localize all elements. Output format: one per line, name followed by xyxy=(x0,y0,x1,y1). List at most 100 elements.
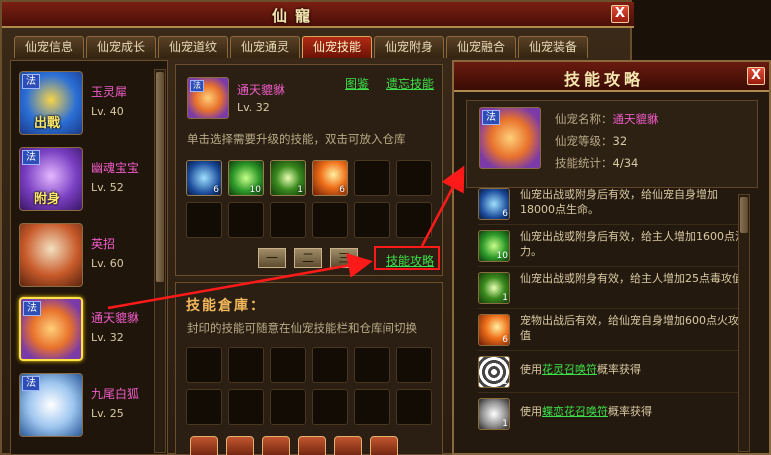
pet-portrait: 法 xyxy=(19,297,83,361)
guide-list-scroll-thumb[interactable] xyxy=(740,197,748,233)
blue-claw-skill-icon: 6 xyxy=(478,188,510,220)
pet-list-item-youhun[interactable]: 法 附身 幽魂宝宝 Lv. 52 xyxy=(19,147,167,217)
page-3-button[interactable]: 三 xyxy=(330,248,358,268)
page-1-button[interactable]: 一 xyxy=(258,248,286,268)
guide-close-button[interactable]: X xyxy=(747,67,765,85)
summon-item-link[interactable]: 蝶恋花召唤符 xyxy=(542,405,608,418)
magic-type-badge: 法 xyxy=(22,150,40,165)
warehouse-slot[interactable] xyxy=(270,347,306,383)
skill-count: 6 xyxy=(213,185,219,195)
warehouse-slot[interactable] xyxy=(396,347,432,383)
empty-skill-slot[interactable] xyxy=(186,202,222,238)
source-suffix: 概率获得 xyxy=(597,363,641,376)
possess-status-tag: 附身 xyxy=(34,192,61,207)
treasure-chest-icon[interactable] xyxy=(190,436,218,455)
close-button[interactable]: X xyxy=(611,5,629,23)
tab-pet-info[interactable]: 仙宠信息 xyxy=(14,36,84,58)
current-pet-level: Lv. 32 xyxy=(237,101,270,114)
warehouse-slot[interactable] xyxy=(354,347,390,383)
skill-count: 1 xyxy=(502,293,508,303)
current-pet-portrait: 法 xyxy=(187,77,229,119)
pet-level-label: 仙宠等级： xyxy=(555,134,613,148)
empty-skill-slot[interactable] xyxy=(354,202,390,238)
empty-skill-slot[interactable] xyxy=(312,202,348,238)
forget-skill-link[interactable]: 遗忘技能 xyxy=(386,75,434,92)
empty-skill-slot[interactable] xyxy=(354,160,390,196)
empty-skill-slot[interactable] xyxy=(228,202,264,238)
warehouse-slot[interactable] xyxy=(312,347,348,383)
source-prefix: 使用 xyxy=(520,405,542,418)
guide-skill-row[interactable]: 6 宠物出战后有效，给仙宠自身增加600点火攻值 xyxy=(478,312,746,350)
pet-level: Lv. 32 xyxy=(91,331,124,344)
warehouse-slot[interactable] xyxy=(228,389,264,425)
skill-count: 1 xyxy=(502,377,508,387)
pet-window-titlebar[interactable]: 仙寵 X xyxy=(2,2,634,28)
summon-item-link[interactable]: 花灵召唤符 xyxy=(542,363,597,376)
skill-slot-green-orb[interactable]: 10 xyxy=(228,160,264,196)
treasure-chest-icon[interactable] xyxy=(226,436,254,455)
source-suffix: 概率获得 xyxy=(608,405,652,418)
skill-hint-text: 单击选择需要升级的技能，双击可放入仓库 xyxy=(187,132,406,146)
tab-pet-spirit[interactable]: 仙宠通灵 xyxy=(230,36,300,58)
guide-pet-portrait: 法 xyxy=(479,107,541,169)
skill-count: 6 xyxy=(502,335,508,345)
skill-description: 仙宠出战或附身有效，给主人增加25点毒攻值 xyxy=(520,272,743,285)
guide-pet-name-line: 仙宠名称：通天貔貅 xyxy=(555,111,659,127)
skill-source-text: 使用花灵召唤符概率获得 xyxy=(520,362,746,377)
battle-status-tag: 出戰 xyxy=(34,116,61,131)
empty-skill-slot[interactable] xyxy=(270,202,306,238)
skill-count: 1 xyxy=(502,419,508,429)
pet-list-item-yulingxi[interactable]: 法 出戰 玉灵犀 Lv. 40 xyxy=(19,71,167,141)
row-divider xyxy=(478,392,743,393)
warehouse-slot[interactable] xyxy=(354,389,390,425)
pet-list-item-jiuwei[interactable]: 法 九尾白狐 Lv. 25 xyxy=(19,373,167,443)
guide-skill-row[interactable]: 1 使用花灵召唤符概率获得 xyxy=(478,354,746,392)
tab-pet-equipment[interactable]: 仙宠装备 xyxy=(518,36,588,58)
pet-list-scroll-thumb[interactable] xyxy=(156,72,164,282)
warehouse-slot[interactable] xyxy=(312,389,348,425)
tab-pet-fusion[interactable]: 仙宠融合 xyxy=(446,36,516,58)
skill-slot-green-swirl[interactable]: 1 xyxy=(270,160,306,196)
skill-warehouse-panel: 技能倉庫： 封印的技能可随意在仙宠技能栏和仓库间切换 xyxy=(175,282,443,455)
pet-list-scrollbar[interactable] xyxy=(154,69,166,453)
empty-skill-slot[interactable] xyxy=(396,202,432,238)
pet-list-item-yingzhao[interactable]: 英招 Lv. 60 xyxy=(19,223,167,293)
empty-skill-slot[interactable] xyxy=(396,160,432,196)
magic-type-badge: 法 xyxy=(482,110,500,125)
skill-slot-fire[interactable]: 6 xyxy=(312,160,348,196)
guide-skill-row[interactable]: 1 使用蝶恋花召唤符概率获得 xyxy=(478,396,746,434)
treasure-chest-icon[interactable] xyxy=(298,436,326,455)
pet-level: Lv. 60 xyxy=(91,257,124,270)
treasure-chest-icon[interactable] xyxy=(370,436,398,455)
row-divider xyxy=(478,266,743,267)
guide-skill-row[interactable]: 6 仙宠出战或附身后有效，给仙宠自身增加18000点生命。 xyxy=(478,186,746,224)
warehouse-slot[interactable] xyxy=(186,347,222,383)
treasure-chest-icon[interactable] xyxy=(334,436,362,455)
skill-count-label: 技能统计： xyxy=(555,156,613,170)
white-claw-skill-icon: 1 xyxy=(478,398,510,430)
tab-pet-possess[interactable]: 仙宠附身 xyxy=(374,36,444,58)
guide-skill-row[interactable]: 10 仙宠出战或附身后有效，给主人增加1600点法力。 xyxy=(478,228,746,266)
skill-guide-titlebar[interactable]: 技能攻略 X xyxy=(454,62,769,92)
skill-guide-list: 6 仙宠出战或附身后有效，给仙宠自身增加18000点生命。 10 仙宠出战或附身… xyxy=(466,182,746,454)
pet-name: 通天貔貅 xyxy=(91,311,140,325)
guide-pet-level-line: 仙宠等级：32 xyxy=(555,133,627,149)
guide-skill-row[interactable]: 1 仙宠出战或附身有效，给主人增加25点毒攻值 xyxy=(478,270,746,308)
tab-pet-skills[interactable]: 仙宠技能 xyxy=(302,36,372,58)
atlas-link[interactable]: 图鉴 xyxy=(345,75,369,92)
pet-name: 幽魂宝宝 xyxy=(91,161,140,175)
skill-count: 6 xyxy=(339,185,345,195)
skill-slot-blue-claw[interactable]: 6 xyxy=(186,160,222,196)
magic-type-badge: 法 xyxy=(190,80,204,92)
skill-count: 10 xyxy=(496,251,508,261)
warehouse-slot[interactable] xyxy=(228,347,264,383)
pet-list-item-tongtian[interactable]: 法 通天貔貅 Lv. 32 xyxy=(19,297,167,367)
guide-list-scrollbar[interactable] xyxy=(738,194,750,452)
treasure-chest-icon[interactable] xyxy=(262,436,290,455)
warehouse-slot[interactable] xyxy=(270,389,306,425)
tab-pet-growth[interactable]: 仙宠成长 xyxy=(86,36,156,58)
tab-pet-pattern[interactable]: 仙宠道纹 xyxy=(158,36,228,58)
warehouse-slot[interactable] xyxy=(186,389,222,425)
page-2-button[interactable]: 二 xyxy=(294,248,322,268)
warehouse-slot[interactable] xyxy=(396,389,432,425)
